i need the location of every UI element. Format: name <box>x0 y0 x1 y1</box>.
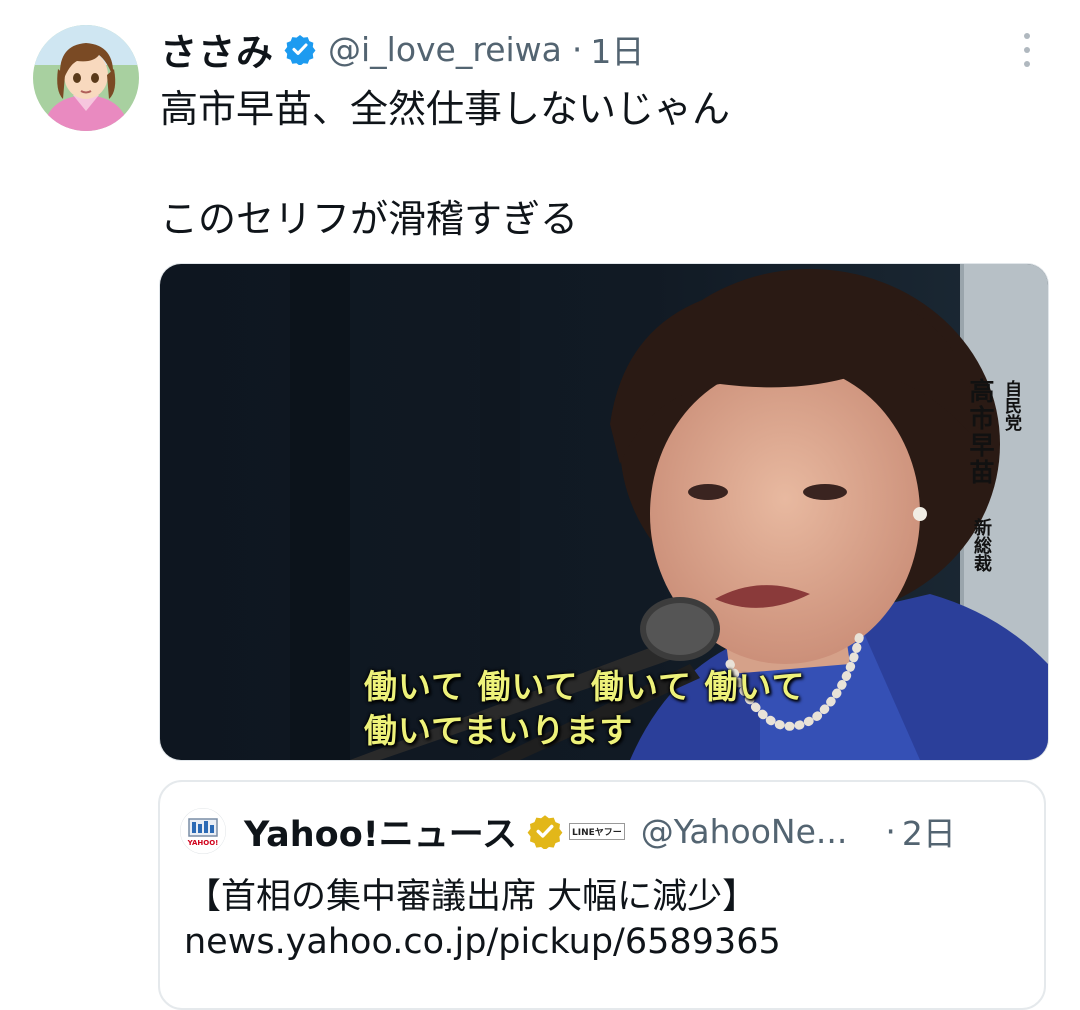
caption-title: 新総裁 <box>971 518 992 572</box>
quoted-tweet-link[interactable]: news.yahoo.co.jp/pickup/6589365 <box>184 922 781 962</box>
video-subtitle-line-2: 働いてまいります <box>364 711 634 750</box>
affiliate-badge[interactable]: LINEヤフー <box>568 822 625 840</box>
quoted-tweet-header: YAHOO! Yahoo!ニュース LINEヤフー @YahooNe... · … <box>180 806 1024 856</box>
more-options-icon[interactable] <box>1012 30 1042 70</box>
tweet-timestamp[interactable]: 1日 <box>590 25 644 73</box>
tweet-text: 高市早苗、全然仕事しないじゃん このセリフが滑稽すぎる <box>160 87 731 241</box>
anime-girl-avatar-icon <box>33 25 139 131</box>
author-name[interactable]: ささみ <box>160 22 274 76</box>
separator-dot: · <box>571 29 583 69</box>
tweet-header: ささみ @i_love_reiwa · 1日 <box>160 25 1000 75</box>
quoted-author-name[interactable]: Yahoo!ニュース <box>244 806 517 857</box>
quoted-tweet-title: 【首相の集中審議出席 大幅に減少】 <box>186 877 758 917</box>
author-avatar[interactable] <box>33 25 139 131</box>
tweet-media-video[interactable]: 働いて 働いて 働いて 働いて 働いてまいります <box>159 263 1049 761</box>
video-subtitle-line-1: 働いて 働いて 働いて 働いて <box>364 667 806 706</box>
caption-party: 自民党 <box>1001 380 1021 431</box>
verified-badge-icon[interactable] <box>284 33 316 65</box>
svg-text:YAHOO!: YAHOO! <box>187 839 219 847</box>
quoted-author-handle[interactable]: @YahooNe... <box>641 812 848 851</box>
quoted-tweet-card[interactable]: YAHOO! Yahoo!ニュース LINEヤフー @YahooNe... · … <box>158 780 1046 1010</box>
quoted-tweet-timestamp[interactable]: 2日 <box>902 807 956 855</box>
author-handle[interactable]: @i_love_reiwa <box>328 30 562 69</box>
yahoo-news-logo-icon[interactable]: YAHOO! <box>180 808 226 854</box>
gold-verified-badge-icon[interactable] <box>527 813 563 849</box>
separator-dot: · <box>885 811 896 851</box>
caption-name: 高市早苗 <box>966 378 995 486</box>
